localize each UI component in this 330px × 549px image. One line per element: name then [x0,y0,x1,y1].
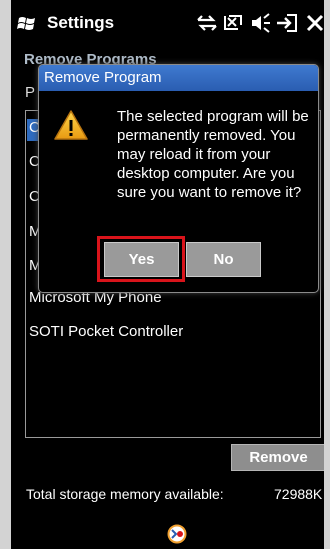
storage-label: Total storage memory available: [26,486,224,502]
device-frame-right [324,0,330,549]
dialog-message: The selected program will be permanently… [117,108,309,201]
sync-icon[interactable] [195,12,219,34]
title-bar: Settings [11,0,324,48]
start-menu-icon[interactable] [17,15,37,33]
login-icon[interactable] [276,12,300,34]
signal-icon[interactable] [222,12,244,34]
storage-value: 72988K [274,486,323,502]
warning-icon [54,110,88,140]
keyboard-sip-icon[interactable] [167,524,187,544]
app-title: Settings [47,13,115,32]
remove-program-dialog: Remove Program The selected program will… [38,64,319,293]
program-item[interactable]: SOTI Pocket Controller [29,323,183,340]
no-button[interactable]: No [186,242,261,277]
volume-icon[interactable] [249,12,271,34]
program-item-label: SOTI Pocket Controller [29,323,184,340]
remove-button[interactable]: Remove [231,444,324,471]
close-icon[interactable] [306,12,324,34]
yes-button[interactable]: Yes [104,242,179,277]
device-screen: Settings Remove Programs P C C C M M Mic… [11,0,324,549]
dialog-title: Remove Program [44,69,162,86]
device-frame-left [0,0,11,549]
programs-list-label: P [25,84,36,101]
dialog-title-bar: Remove Program [39,65,318,91]
